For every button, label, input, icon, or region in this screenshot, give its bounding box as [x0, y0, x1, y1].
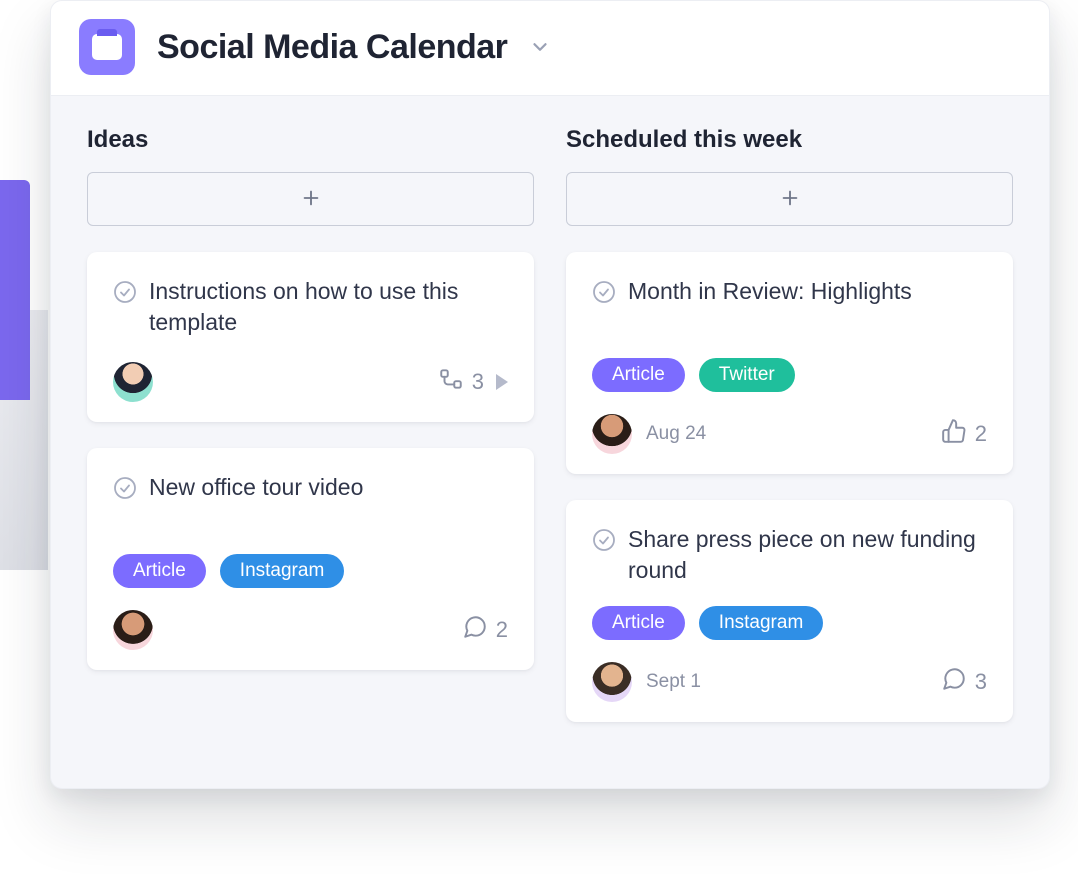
column-scheduled: Scheduled this week Month in Review: Hig… [566, 126, 1013, 748]
task-card[interactable]: Share press piece on new funding round A… [566, 500, 1013, 722]
header: Social Media Calendar [51, 1, 1049, 96]
task-title: Month in Review: Highlights [628, 276, 912, 307]
board: Ideas Instructions on how to use this te… [51, 96, 1049, 788]
tag-instagram[interactable]: Instagram [220, 554, 344, 588]
tag-instagram[interactable]: Instagram [699, 606, 823, 640]
app-window: Social Media Calendar Ideas Instructions… [50, 0, 1050, 789]
tag-twitter[interactable]: Twitter [699, 358, 795, 392]
avatar[interactable] [113, 610, 153, 650]
task-title: Share press piece on new funding round [628, 524, 987, 586]
tag-article[interactable]: Article [592, 358, 685, 392]
comments-count[interactable]: 3 [941, 666, 987, 698]
tag-article[interactable]: Article [113, 554, 206, 588]
task-title: Instructions on how to use this template [149, 276, 508, 338]
page-title: Social Media Calendar [157, 28, 507, 67]
tag-article[interactable]: Article [592, 606, 685, 640]
thumbs-up-icon [941, 418, 967, 450]
tag-list: Article Twitter [592, 358, 987, 392]
task-title: New office tour video [149, 472, 363, 503]
check-circle-icon [113, 476, 137, 505]
avatar[interactable] [592, 414, 632, 454]
subtasks-count[interactable]: 3 [438, 366, 508, 398]
play-icon [496, 374, 508, 390]
check-circle-icon [592, 280, 616, 309]
tag-list: Article Instagram [592, 606, 987, 640]
task-card[interactable]: Month in Review: Highlights Article Twit… [566, 252, 1013, 474]
comments-count[interactable]: 2 [462, 614, 508, 646]
calendar-icon [79, 19, 135, 75]
subtasks-icon [438, 366, 464, 398]
plus-icon [300, 187, 322, 212]
column-title: Ideas [87, 126, 534, 154]
due-date: Sept 1 [646, 671, 701, 693]
avatar[interactable] [113, 362, 153, 402]
column-title: Scheduled this week [566, 126, 1013, 154]
comment-icon [941, 666, 967, 698]
avatar[interactable] [592, 662, 632, 702]
tag-list: Article Instagram [113, 554, 508, 588]
comment-icon [462, 614, 488, 646]
check-circle-icon [113, 280, 137, 309]
plus-icon [779, 187, 801, 212]
add-card-button[interactable] [87, 172, 534, 226]
chevron-down-icon[interactable] [529, 36, 551, 58]
column-ideas: Ideas Instructions on how to use this te… [87, 126, 534, 748]
add-card-button[interactable] [566, 172, 1013, 226]
check-circle-icon [592, 528, 616, 557]
due-date: Aug 24 [646, 423, 706, 445]
likes-count[interactable]: 2 [941, 418, 987, 450]
task-card[interactable]: New office tour video Article Instagram … [87, 448, 534, 670]
task-card[interactable]: Instructions on how to use this template… [87, 252, 534, 422]
